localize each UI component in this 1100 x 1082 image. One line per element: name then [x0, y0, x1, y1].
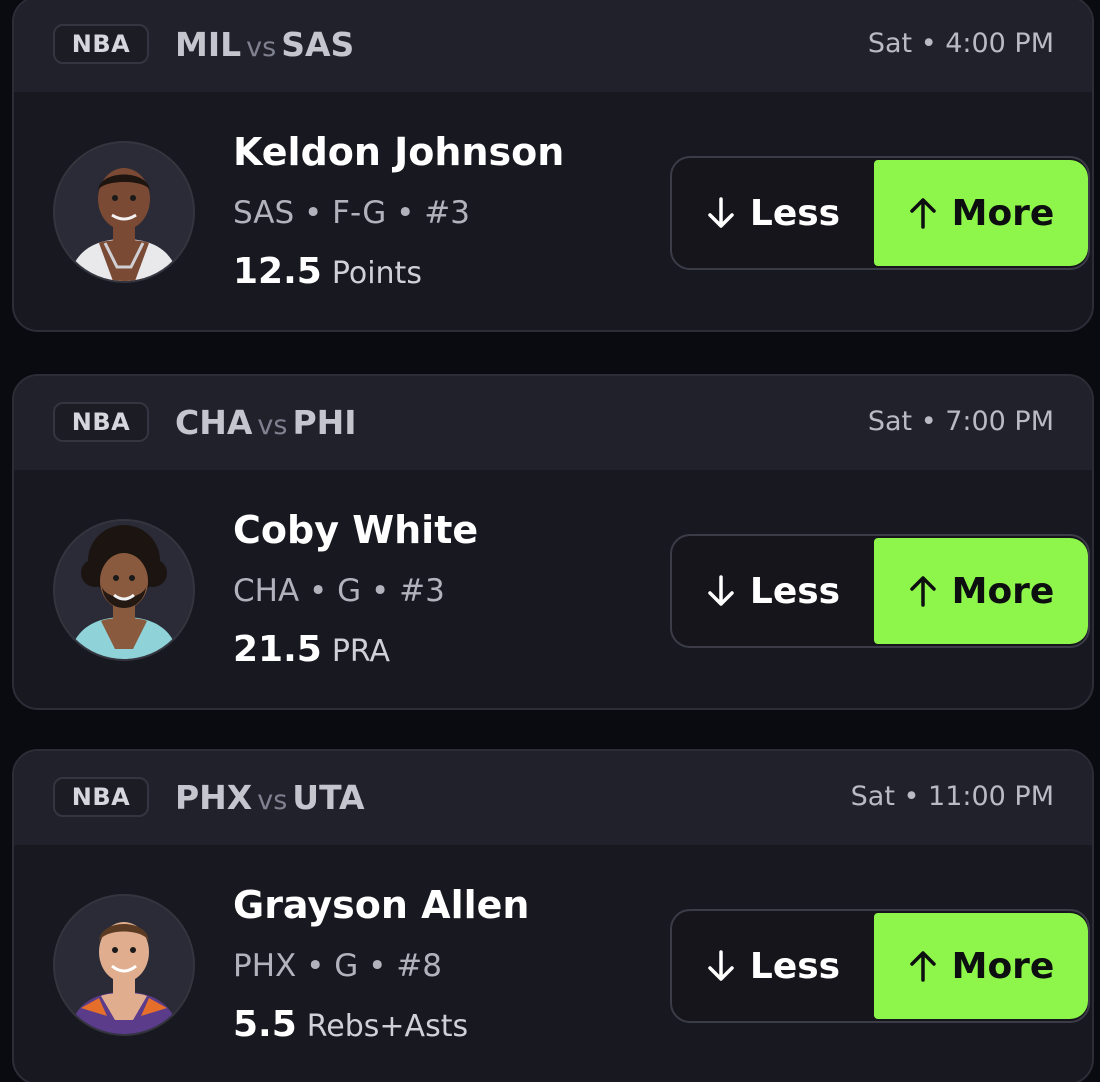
league-badge: NBA: [53, 777, 149, 817]
line-stat: Points: [331, 256, 422, 291]
matchup: CHA vs PHI: [175, 403, 357, 446]
player-meta: SAS • F-G • #3: [233, 195, 470, 231]
less-label: Less: [749, 192, 841, 234]
line-stat: PRA: [331, 634, 391, 669]
arrow-up-icon: [909, 198, 936, 229]
arrow-down-icon: [708, 197, 734, 228]
home-team: CHA: [175, 403, 253, 442]
pick-toggle: Less More: [670, 534, 1090, 648]
player-avatar: [53, 894, 195, 1036]
more-label: More: [951, 945, 1055, 987]
projection-line: 12.5 Points: [233, 250, 422, 300]
less-label: Less: [749, 945, 841, 987]
projections-feed: NBA MIL vs SAS Sat • 4:00 PM Keldon Johnso…: [0, 0, 1100, 1082]
player-name: Keldon Johnson: [233, 130, 565, 174]
less-button[interactable]: Less: [672, 536, 874, 646]
matchup: MIL vs SAS: [175, 25, 354, 68]
card-header: NBA PHX vs UTA Sat • 11:00 PM: [14, 751, 1092, 845]
league-badge: NBA: [53, 402, 149, 442]
less-button[interactable]: Less: [672, 158, 874, 268]
more-button[interactable]: More: [874, 538, 1088, 644]
player-photo-icon: [55, 896, 193, 1034]
home-team: MIL: [175, 25, 242, 64]
vs-label: vs: [257, 410, 288, 441]
more-label: More: [951, 192, 1055, 234]
vs-label: vs: [246, 32, 277, 63]
pick-toggle: Less More: [670, 909, 1090, 1023]
more-label: More: [951, 570, 1055, 612]
player-photo-icon: [55, 143, 193, 281]
home-team: PHX: [175, 778, 253, 817]
game-time: Sat • 11:00 PM: [850, 781, 1054, 812]
player-avatar: [53, 141, 195, 283]
arrow-up-icon: [909, 576, 936, 607]
less-button[interactable]: Less: [672, 911, 874, 1021]
card-header: NBA MIL vs SAS Sat • 4:00 PM: [14, 0, 1092, 92]
line-stat: Rebs+Asts: [306, 1009, 469, 1044]
pick-toggle: Less More: [670, 156, 1090, 270]
game-time: Sat • 4:00 PM: [867, 28, 1054, 59]
projection-line: 5.5 Rebs+Asts: [233, 1003, 468, 1053]
matchup: PHX vs UTA: [175, 778, 365, 821]
league-badge: NBA: [53, 24, 149, 64]
away-team: SAS: [281, 25, 355, 64]
player-avatar: [53, 519, 195, 661]
player-meta: CHA • G • #3: [233, 573, 445, 609]
away-team: PHI: [292, 403, 357, 442]
vs-label: vs: [257, 785, 288, 816]
card-header: NBA CHA vs PHI Sat • 7:00 PM: [14, 376, 1092, 470]
more-button[interactable]: More: [874, 160, 1088, 266]
player-name: Grayson Allen: [233, 883, 530, 927]
away-team: UTA: [292, 778, 365, 817]
projection-line: 21.5 PRA: [233, 628, 390, 678]
line-value: 5.5: [233, 1004, 297, 1045]
arrow-down-icon: [708, 950, 734, 981]
line-value: 12.5: [233, 251, 322, 292]
game-time: Sat • 7:00 PM: [867, 406, 1054, 437]
player-photo-icon: [55, 521, 193, 659]
player-meta: PHX • G • #8: [233, 948, 442, 984]
projection-card[interactable]: NBA CHA vs PHI Sat • 7:00 PM Coby White …: [12, 374, 1094, 710]
less-label: Less: [749, 570, 841, 612]
arrow-up-icon: [909, 951, 936, 982]
arrow-down-icon: [708, 575, 734, 606]
projection-card[interactable]: NBA PHX vs UTA Sat • 11:00 PM Grayson Alle: [12, 749, 1094, 1082]
projection-card[interactable]: NBA MIL vs SAS Sat • 4:00 PM Keldon Johnso…: [12, 0, 1094, 332]
player-name: Coby White: [233, 508, 479, 552]
line-value: 21.5: [233, 629, 322, 670]
more-button[interactable]: More: [874, 913, 1088, 1019]
